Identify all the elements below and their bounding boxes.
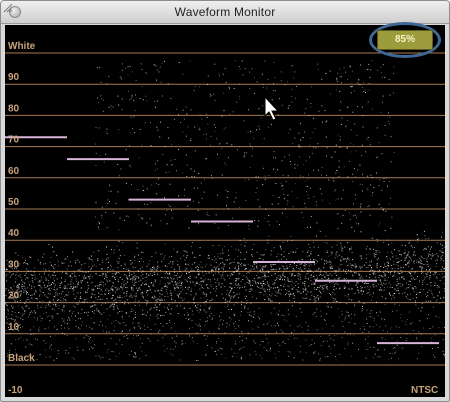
mouse-pointer-icon [264,95,280,121]
title-bar[interactable]: Waveform Monitor [1,1,449,24]
waveform-display: White 90 80 70 60 50 40 30 20 10 Black -10 NTSC 85% [5,22,445,397]
window-title: Waveform Monitor [174,5,276,19]
waveform-monitor-window: Waveform Monitor White 90 80 70 60 50 40 30 20 10… [0,0,450,402]
resize-grip-icon[interactable] [1,1,13,13]
